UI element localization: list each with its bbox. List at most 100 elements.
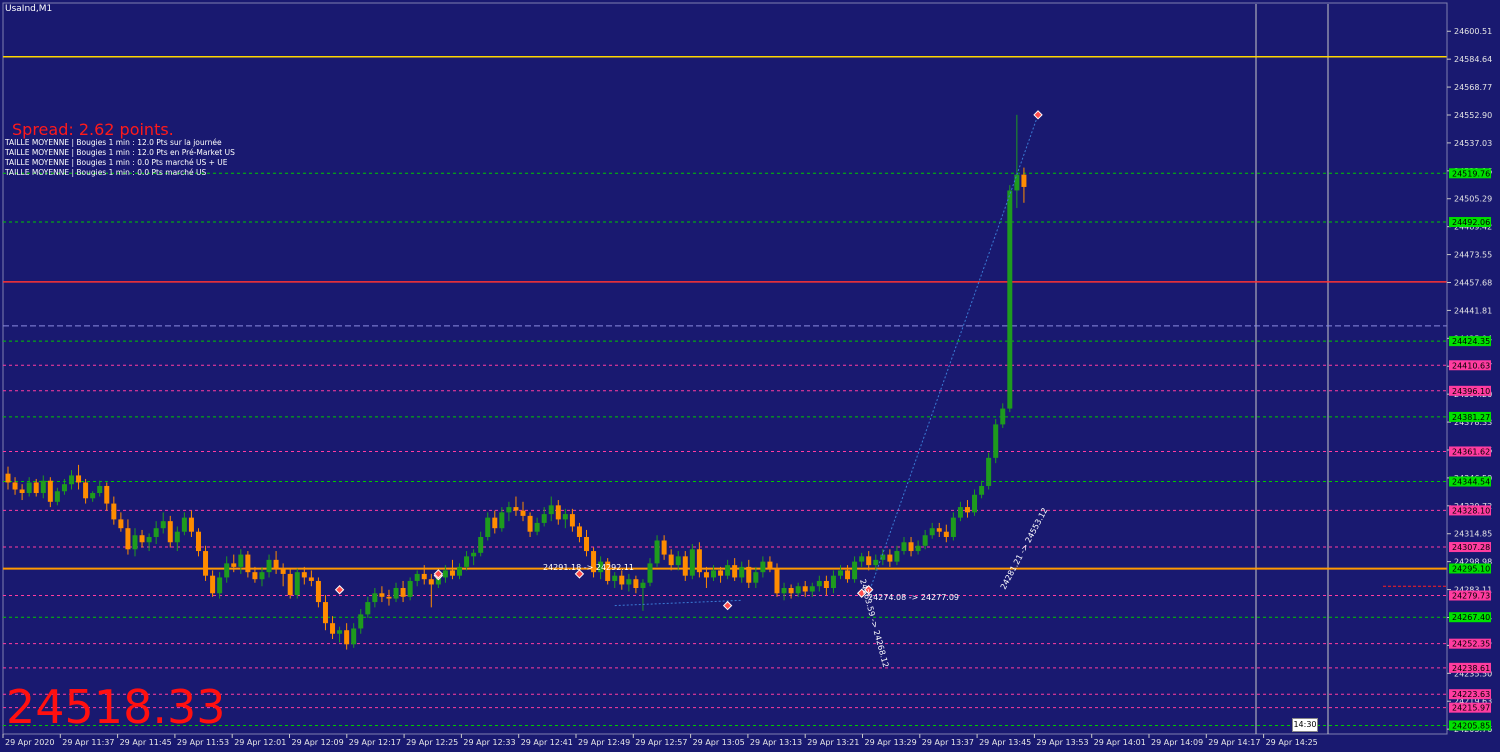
- candle-body: [696, 549, 702, 573]
- candle-body: [887, 554, 893, 562]
- candle-body: [111, 503, 117, 520]
- candle-body: [746, 566, 752, 583]
- candle-body: [901, 542, 907, 552]
- candle-body: [866, 556, 872, 566]
- candle-body: [774, 568, 780, 594]
- time-tick-label: 29 Apr 13:13: [750, 738, 802, 747]
- candle-body: [654, 540, 660, 564]
- candle-body: [68, 475, 74, 485]
- time-tick-label: 29 Apr 12:41: [521, 738, 573, 747]
- candle-body: [40, 480, 46, 494]
- green-price-tag-label: 24295.10: [1452, 564, 1490, 573]
- candle-body: [739, 566, 745, 578]
- candle-body: [661, 540, 667, 555]
- candle-body: [457, 566, 463, 576]
- time-tick-label: 29 Apr 13:29: [865, 738, 917, 747]
- candle-body: [280, 568, 286, 574]
- candle-body: [1021, 174, 1027, 187]
- candle-body: [569, 514, 575, 527]
- time-tick-label: 29 Apr 12:33: [463, 738, 515, 747]
- candle-body: [61, 484, 67, 492]
- candle-body: [146, 536, 152, 543]
- time-tick-label: 29 Apr 13:05: [693, 738, 745, 747]
- candle-body: [647, 563, 653, 583]
- price-tick-label: 24457.68: [1454, 278, 1492, 287]
- candle-body: [153, 528, 159, 537]
- candle-body: [118, 519, 124, 529]
- candle-body: [753, 572, 759, 583]
- candle-body: [668, 554, 674, 566]
- candle-body: [181, 517, 187, 532]
- candle-body: [527, 515, 533, 532]
- candle-body: [576, 526, 582, 537]
- candle-body: [428, 579, 434, 585]
- candle-body: [47, 480, 53, 502]
- candle-body: [471, 552, 477, 557]
- candle-body: [499, 512, 505, 529]
- candle-body: [449, 570, 455, 576]
- level-lines: [3, 4, 1447, 734]
- candle-body: [210, 575, 216, 594]
- candle-body: [54, 491, 60, 502]
- time-tick-label: 29 Apr 12:01: [234, 738, 286, 747]
- candle-body: [322, 602, 328, 624]
- info-line: TAILLE MOYENNE | Bougies 1 min : 0.0 Pts…: [5, 168, 207, 177]
- candle-body: [400, 588, 406, 597]
- chart-canvas[interactable]: 24291.18 -> 24292.11 24274.08 -> 24277.09…: [0, 0, 1500, 752]
- candle-body: [513, 507, 519, 511]
- candle-body: [682, 556, 688, 576]
- candle-body: [393, 588, 399, 599]
- candle-body: [993, 424, 999, 458]
- time-tick-label: 29 Apr 14:09: [1151, 738, 1203, 747]
- candle-body: [337, 630, 343, 634]
- candle-body: [245, 554, 251, 573]
- candle-body: [132, 535, 138, 550]
- candle-body: [358, 614, 364, 629]
- candle-body: [195, 531, 201, 552]
- candle-body: [301, 572, 307, 578]
- trade-marker: [1033, 110, 1043, 120]
- candle-body: [852, 561, 858, 580]
- chart-window[interactable]: 24291.18 -> 24292.11 24274.08 -> 24277.09…: [0, 0, 1500, 752]
- time-tick-label: 29 Apr 14:01: [1094, 738, 1146, 747]
- green-price-tag-label: 24492.06: [1452, 218, 1490, 227]
- candle-body: [217, 577, 223, 594]
- candle-body: [950, 517, 956, 537]
- time-tick-label: 29 Apr 12:49: [578, 738, 630, 747]
- info-line: TAILLE MOYENNE | Bougies 1 min : 12.0 Pt…: [5, 148, 235, 157]
- trade-annotation: 24281.21 -> 24553.12: [999, 506, 1050, 591]
- candle-body: [894, 551, 900, 562]
- candle-body: [555, 505, 561, 520]
- candle-body: [915, 545, 921, 552]
- candle-body: [675, 556, 681, 566]
- candle-body: [97, 485, 103, 494]
- candle-body: [188, 517, 194, 532]
- time-tick-label: 29 Apr 14:17: [1208, 738, 1260, 747]
- candle-body: [640, 582, 646, 588]
- spread-label: Spread: 2.62 points.: [12, 120, 174, 139]
- candle-body: [344, 630, 350, 645]
- time-axis: 29 Apr 2020 29 Apr 11:37 29 Apr 11:45 29 Ap…: [2, 734, 1318, 747]
- magenta-price-tag-label: 24223.63: [1452, 690, 1490, 699]
- candle-body: [520, 510, 526, 516]
- trade-annotation: 24291.18 -> 24292.11: [543, 563, 634, 572]
- time-tick-label: 29 Apr 2020: [5, 738, 54, 747]
- candle-body: [626, 579, 632, 585]
- candle-body: [703, 572, 709, 578]
- candle-body: [238, 554, 244, 567]
- candle-body: [908, 542, 914, 552]
- info-line: TAILLE MOYENNE | Bougies 1 min : 0.0 Pts…: [5, 158, 228, 167]
- price-tick-label: 24584.64: [1454, 55, 1492, 64]
- price-tick-label: 24473.55: [1454, 251, 1492, 260]
- candle-body: [478, 536, 484, 553]
- candle-body: [351, 628, 357, 645]
- trade-annotation: 24274.08 -> 24277.09: [868, 593, 959, 602]
- candle-body: [83, 482, 89, 499]
- candle-body: [76, 475, 82, 483]
- price-tick-label: 24441.81: [1454, 306, 1492, 315]
- candle-body: [104, 485, 110, 504]
- magenta-price-tag-label: 24215.97: [1452, 704, 1490, 713]
- candle-body: [873, 559, 879, 566]
- candle-body: [541, 514, 547, 523]
- candle-body: [421, 573, 427, 580]
